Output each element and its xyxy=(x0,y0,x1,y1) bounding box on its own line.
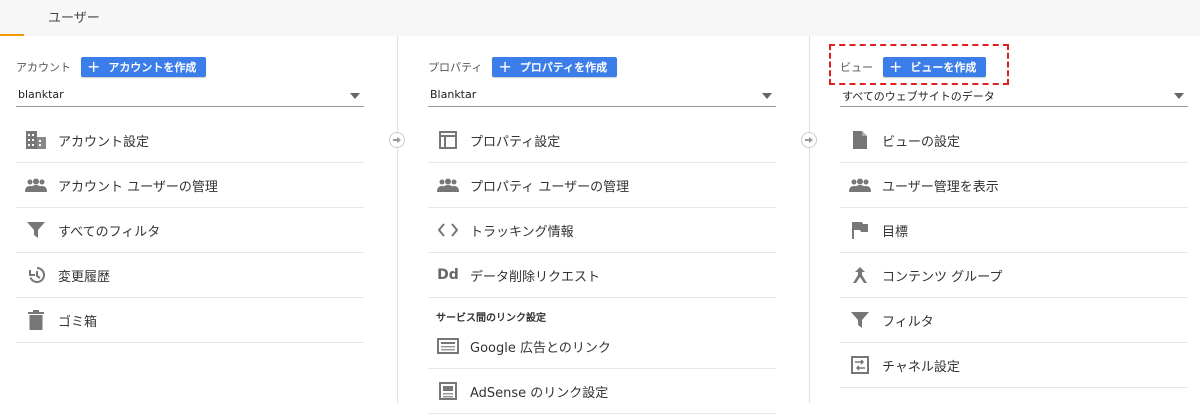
users-icon xyxy=(24,173,48,197)
menu-item-label: フィルタ xyxy=(882,314,934,330)
account-settings-item[interactable]: アカウント設定 xyxy=(16,118,364,163)
menu-item-label: Google 広告とのリンク xyxy=(470,340,611,356)
menu-item-label: アカウント ユーザーの管理 xyxy=(58,179,218,195)
account-column: アカウント + アカウントを作成 blanktar アカウント設定 アカウント … xyxy=(16,36,364,403)
view-settings-item[interactable]: ビューの設定 xyxy=(840,118,1188,163)
menu-item-label: トラッキング情報 xyxy=(470,224,574,240)
menu-item-label: チャネル設定 xyxy=(882,359,960,375)
history-icon xyxy=(24,263,48,287)
arrow-right-icon xyxy=(389,132,405,148)
trash-item[interactable]: ゴミ箱 xyxy=(16,298,364,343)
property-selected: Blanktar xyxy=(430,88,477,101)
view-user-management-item[interactable]: ユーザー管理を表示 xyxy=(840,163,1188,208)
window-icon xyxy=(436,128,460,152)
tracking-info-item[interactable]: トラッキング情報 xyxy=(428,208,776,253)
property-column: プロパティ + プロパティを作成 Blanktar プロパティ設定 プロパティ … xyxy=(428,36,776,414)
tab-user[interactable]: ユーザー xyxy=(48,7,100,26)
change-history-item[interactable]: 変更履歴 xyxy=(16,253,364,298)
plus-icon: + xyxy=(498,57,512,76)
menu-item-label: プロパティ ユーザーの管理 xyxy=(470,179,630,195)
account-selected: blanktar xyxy=(18,88,64,101)
goals-item[interactable]: 目標 xyxy=(840,208,1188,253)
account-menu: アカウント設定 アカウント ユーザーの管理 すべてのフィルタ 変更履歴 ゴミ箱 xyxy=(16,118,364,343)
create-account-label: アカウントを作成 xyxy=(108,61,197,74)
filter-icon xyxy=(24,218,48,242)
property-menu: プロパティ設定 プロパティ ユーザーの管理 トラッキング情報 Dd データ削除リ… xyxy=(428,118,776,414)
property-header: プロパティ + プロパティを作成 xyxy=(428,56,618,78)
property-title: プロパティ xyxy=(428,61,483,74)
tab-admin[interactable] xyxy=(0,0,24,36)
menu-item-label: ゴミ箱 xyxy=(58,314,98,330)
adsense-link-item[interactable]: AdSense のリンク設定 xyxy=(428,369,776,414)
dd-icon: Dd xyxy=(437,267,459,283)
filter-icon xyxy=(848,308,872,332)
menu-item-label: アカウント設定 xyxy=(58,134,150,150)
users-icon xyxy=(436,173,460,197)
property-user-management-item[interactable]: プロパティ ユーザーの管理 xyxy=(428,163,776,208)
account-title: アカウント xyxy=(16,61,71,74)
view-menu: ビューの設定 ユーザー管理を表示 目標 コンテンツ グループ フィルタ チャネル… xyxy=(840,118,1188,388)
ads-icon xyxy=(436,334,460,358)
code-icon xyxy=(436,218,460,242)
account-user-management-item[interactable]: アカウント ユーザーの管理 xyxy=(16,163,364,208)
users-icon xyxy=(848,173,872,197)
channel-icon xyxy=(848,353,872,377)
view-selected: すべてのウェブサイトのデータ xyxy=(842,90,995,103)
menu-item-label: 変更履歴 xyxy=(58,269,111,285)
create-property-button[interactable]: + プロパティを作成 xyxy=(492,57,618,77)
all-filters-item[interactable]: すべてのフィルタ xyxy=(16,208,364,253)
create-account-button[interactable]: + アカウントを作成 xyxy=(81,57,207,77)
chevron-down-icon xyxy=(762,93,772,99)
flag-icon xyxy=(848,218,872,242)
arrow-right-icon xyxy=(801,132,817,148)
data-deletion-item[interactable]: Dd データ削除リクエスト xyxy=(428,253,776,298)
trash-icon xyxy=(24,308,48,332)
building-icon xyxy=(24,128,48,152)
chevron-down-icon xyxy=(1174,93,1184,99)
menu-item-label: コンテンツ グループ xyxy=(882,269,1003,285)
adsense-icon xyxy=(436,379,460,403)
content-grouping-item[interactable]: コンテンツ グループ xyxy=(840,253,1188,298)
property-settings-item[interactable]: プロパティ設定 xyxy=(428,118,776,163)
section-label-service-links: サービス間のリンク設定 xyxy=(436,313,546,324)
chevron-down-icon xyxy=(350,93,360,99)
document-icon xyxy=(848,128,872,152)
content-group-icon xyxy=(848,263,872,287)
view-selector[interactable]: すべてのウェブサイトのデータ xyxy=(840,86,1188,107)
google-ads-link-item[interactable]: Google 広告とのリンク xyxy=(428,324,776,369)
menu-item-label: AdSense のリンク設定 xyxy=(470,385,609,401)
menu-item-label: 目標 xyxy=(882,224,909,240)
column-divider xyxy=(801,36,817,403)
create-property-label: プロパティを作成 xyxy=(519,61,608,74)
account-header: アカウント + アカウントを作成 xyxy=(16,56,207,78)
channel-settings-item[interactable]: チャネル設定 xyxy=(840,343,1188,388)
view-column: ビュー + ビューを作成 すべてのウェブサイトのデータ ビューの設定 ユーザー管… xyxy=(840,36,1188,403)
account-selector[interactable]: blanktar xyxy=(16,86,364,107)
menu-item-label: プロパティ設定 xyxy=(470,134,561,150)
menu-item-label: すべてのフィルタ xyxy=(58,224,161,240)
top-tab-bar: ユーザー xyxy=(0,0,1200,36)
menu-item-label: ビューの設定 xyxy=(882,134,961,150)
column-divider xyxy=(389,36,405,403)
plus-icon: + xyxy=(87,57,101,76)
property-selector[interactable]: Blanktar xyxy=(428,86,776,107)
highlight-box xyxy=(829,44,1009,85)
menu-item-label: データ削除リクエスト xyxy=(470,269,601,285)
view-filters-item[interactable]: フィルタ xyxy=(840,298,1188,343)
menu-item-label: ユーザー管理を表示 xyxy=(882,179,999,195)
